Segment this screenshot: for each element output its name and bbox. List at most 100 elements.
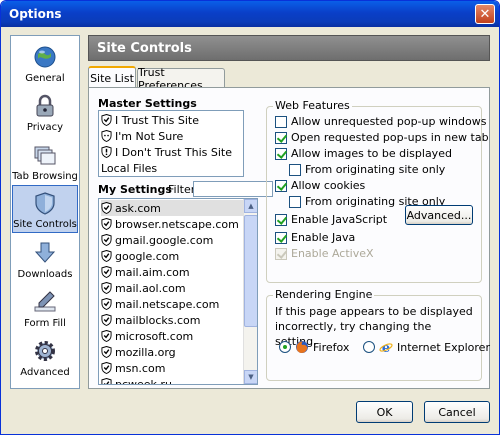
sidebar-item-tab-browsing[interactable]: Tab Browsing [12,136,78,184]
list-item[interactable]: Local Files [101,160,157,176]
page-title: Site Controls [88,35,490,61]
ie-radio[interactable]: e Internet Explorer [363,340,490,354]
trusted-shield-icon [101,250,112,262]
site-list-item[interactable]: microsoft.com [101,328,243,344]
checkbox[interactable] [275,213,287,226]
trusted-shield-icon [101,282,112,294]
tabs-icon [34,146,56,165]
ie-radio-button[interactable] [363,341,375,353]
master-settings-list[interactable]: I Trust This Site I'm Not Sure I Don't T… [98,110,244,177]
checkbox[interactable] [275,115,287,128]
site-list-panel: Master Settings I Trust This Site I'm No… [88,87,490,389]
cancel-button[interactable]: Cancel [424,401,490,423]
sidebar-item-advanced[interactable]: Advanced [12,332,78,380]
close-icon: ✕ [479,6,491,22]
scroll-up-button[interactable]: ▲ [244,199,257,213]
list-item-label: I'm Not Sure [115,129,184,143]
rendering-engine-group: Rendering Engine If this page appears to… [266,288,490,381]
firefox-radio-button[interactable] [279,341,291,353]
ok-label: OK [376,405,393,419]
download-arrow-icon [34,242,56,263]
filter-input[interactable] [193,181,273,197]
web-feature-option[interactable]: Enable ActiveX [275,247,374,260]
site-list-item[interactable]: gmail.google.com [101,232,243,248]
scroll-thumb[interactable] [244,215,257,327]
sidebar-item-general[interactable]: General [12,38,78,86]
trusted-shield-icon [101,362,112,374]
scroll-down-button[interactable]: ▼ [244,370,257,384]
firefox-icon [296,341,308,353]
web-feature-option[interactable]: From originating site only [289,163,445,176]
site-list-item[interactable]: google.com [101,248,243,264]
site-list-item[interactable]: ask.com [101,200,243,216]
globe-icon [34,46,56,68]
advanced-button[interactable]: Advanced... [405,205,473,225]
tab-trust-preferences[interactable]: Trust Preferences [137,66,225,92]
close-button[interactable]: ✕ [475,4,495,24]
firefox-label: Firefox [313,340,350,354]
web-feature-option[interactable]: Allow unrequested pop-up windows [275,115,486,128]
site-list-item[interactable]: mailblocks.com [101,312,243,328]
site-list-item-label: ask.com [115,201,161,215]
list-item[interactable]: I'm Not Sure [101,128,183,144]
site-list-item[interactable]: mail.aol.com [101,280,243,296]
sidebar-item-form-fill[interactable]: Form Fill [12,283,78,331]
site-list-item-label: msn.com [115,361,166,375]
list-item[interactable]: I Don't Trust This Site [101,144,232,160]
rendering-engine-label: Rendering Engine [273,288,375,301]
site-list-item[interactable]: msn.com [101,360,243,376]
sidebar-item-site-controls[interactable]: Site Controls [12,185,78,233]
firefox-radio[interactable]: Firefox [279,340,349,354]
tab-label: Site List [90,71,134,85]
sidebar-item-label: Form Fill [24,318,66,329]
sidebar-item-privacy[interactable]: Privacy [12,87,78,135]
trusted-shield-icon [101,266,112,278]
list-item[interactable]: I Trust This Site [101,112,199,128]
web-feature-option[interactable]: Enable Java [275,231,355,244]
checkbox[interactable] [275,247,287,260]
web-feature-label: Enable Java [291,231,356,244]
untrusted-shield-icon [101,146,112,158]
checkbox[interactable] [289,163,301,176]
ie-label: Internet Explorer [397,340,490,354]
title-bar[interactable]: Options ✕ [1,1,499,27]
web-feature-label: Allow cookies [291,179,366,192]
web-feature-label: Allow images to be displayed [291,147,452,160]
web-feature-option[interactable]: Open requested pop-ups in new tab [275,131,489,144]
trusted-shield-icon [101,346,112,358]
site-list-item-label: gmail.google.com [115,233,214,247]
site-list[interactable]: ask.com browser.netscape.com gmail.google.… [98,198,258,385]
checkbox[interactable] [275,231,287,244]
sidebar-item-label: Tab Browsing [12,171,78,182]
site-list-scrollbar[interactable]: ▲ ▼ [243,199,257,384]
web-feature-option[interactable]: Allow images to be displayed [275,147,452,160]
site-list-item[interactable]: mail.netscape.com [101,296,243,312]
web-feature-option[interactable]: Enable JavaScript [275,213,387,226]
web-features-label: Web Features [273,99,352,112]
web-feature-label: Enable ActiveX [291,247,374,260]
trusted-shield-icon [101,378,112,384]
checkbox[interactable] [275,179,287,192]
trusted-shield-icon [101,234,112,246]
sidebar-item-downloads[interactable]: Downloads [12,234,78,282]
site-list-item[interactable]: pcweek.ru [101,376,243,385]
web-features-group: Web Features Allow unrequested pop-up wi… [266,99,489,283]
site-list-item[interactable]: mail.aim.com [101,264,243,280]
category-sidebar: General Privacy Tab Browsing Site Contro… [10,35,80,389]
site-list-item-label: pcweek.ru [115,377,172,385]
web-feature-option[interactable]: Allow cookies [275,179,365,192]
sidebar-item-label: General [25,73,65,84]
checkbox[interactable] [275,131,287,144]
ok-button[interactable]: OK [356,401,413,423]
tab-site-list[interactable]: Site List [88,66,136,88]
web-feature-label: Allow unrequested pop-up windows [291,115,487,128]
sidebar-item-label: Downloads [17,269,73,280]
site-list-item-label: mailblocks.com [115,313,201,327]
site-list-item[interactable]: browser.netscape.com [101,216,243,232]
site-list-item[interactable]: mozilla.org [101,344,243,360]
checkbox[interactable] [275,147,287,160]
page-title-text: Site Controls [97,40,192,56]
checkbox[interactable] [289,195,301,208]
site-list-item-label: mail.aol.com [115,281,186,295]
options-dialog: Options ✕ General Privacy Tab Browsing S… [0,0,500,435]
